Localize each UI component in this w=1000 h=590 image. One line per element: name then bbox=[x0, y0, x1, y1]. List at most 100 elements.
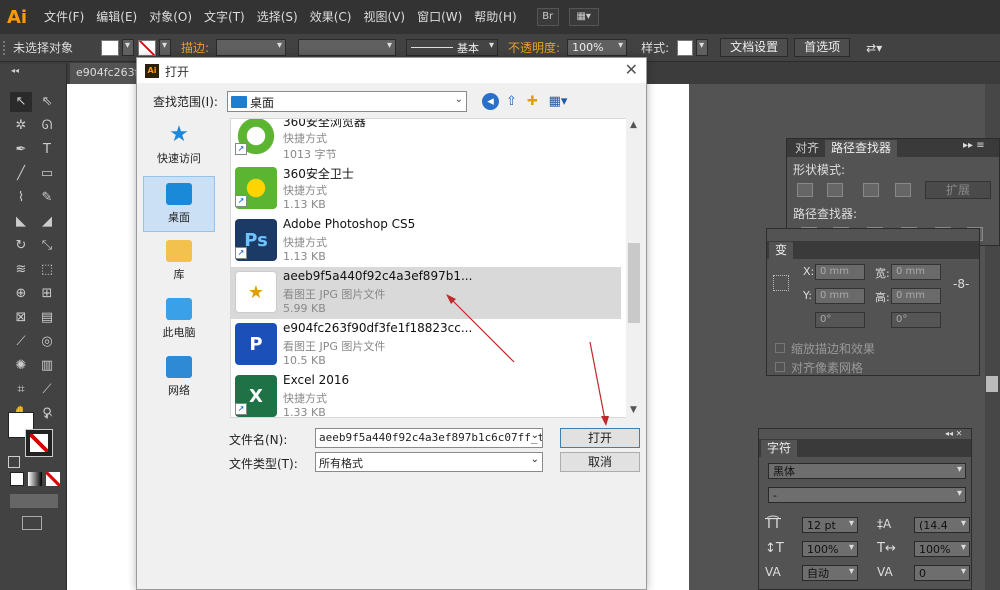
blend-tool-icon[interactable]: ◎ bbox=[36, 332, 58, 352]
file-item[interactable]: X ↗ Excel 2016 快捷方式 1.33 KB bbox=[231, 371, 621, 417]
place-item[interactable]: ★ 快速访问 bbox=[143, 118, 215, 174]
view-menu-icon[interactable]: ▦▾ bbox=[545, 93, 571, 110]
graphic-style-dropdown[interactable] bbox=[696, 39, 709, 56]
mesh-tool-icon[interactable]: ⊠ bbox=[10, 308, 32, 328]
document-setup-button[interactable]: 文档设置 bbox=[720, 38, 789, 57]
filename-field[interactable]: aeeb9f5a440f92c4a3ef897b1c6c07ff_t017 ⌄ bbox=[315, 428, 543, 448]
stroke-color-box[interactable] bbox=[25, 429, 53, 457]
cancel-button[interactable]: 取消 bbox=[560, 452, 640, 472]
minus-front-icon[interactable] bbox=[827, 183, 843, 197]
gradient-tool-icon[interactable]: ▤ bbox=[36, 308, 58, 328]
fill-swatch[interactable] bbox=[101, 39, 119, 56]
menu-item[interactable]: 视图(V) bbox=[357, 0, 411, 34]
menu-item[interactable]: 编辑(E) bbox=[90, 0, 143, 34]
paintbrush-tool-icon[interactable]: ⌇ bbox=[10, 188, 32, 208]
fill-dropdown[interactable] bbox=[122, 39, 134, 56]
close-icon[interactable]: ✕ bbox=[625, 60, 638, 79]
place-item[interactable]: 库 bbox=[143, 234, 215, 290]
bridge-button[interactable]: Br bbox=[536, 8, 559, 26]
lasso-tool-icon[interactable]: ᘏ bbox=[36, 116, 58, 136]
preferences-button[interactable]: 首选项 bbox=[794, 38, 851, 57]
brush-style-dropdown[interactable]: 基本 bbox=[406, 39, 499, 56]
scroll-up-icon[interactable]: ▲ bbox=[630, 120, 637, 130]
menu-item[interactable]: 选择(S) bbox=[251, 0, 304, 34]
scrollbar-thumb[interactable] bbox=[986, 376, 998, 392]
stroke-dropdown[interactable] bbox=[159, 39, 171, 56]
file-item[interactable]: ★ aeeb9f5a440f92c4a3ef897b1... 看图王 JPG 图片文… bbox=[231, 267, 621, 319]
warp-tool-icon[interactable]: ≋ bbox=[10, 260, 32, 280]
arrange-documents-icon[interactable]: ⇄▾ bbox=[862, 41, 886, 55]
direct-selection-tool-icon[interactable]: ⇖ bbox=[36, 92, 58, 112]
default-colors-icon[interactable] bbox=[8, 456, 20, 468]
swap-colors-icon[interactable]: ↶ bbox=[42, 408, 54, 428]
scale-tool-icon[interactable]: ⤡ bbox=[36, 236, 58, 256]
lookin-dropdown[interactable]: 桌面 ⌄ bbox=[227, 91, 467, 112]
collapse-toolbar-icon[interactable]: ◂◂ bbox=[4, 66, 26, 76]
file-item[interactable]: Ps ↗ Adobe Photoshop CS5 快捷方式 1.13 KB bbox=[231, 215, 621, 267]
workspace-layout-icon[interactable]: ▦▾ bbox=[568, 8, 599, 26]
tab-align[interactable]: 对齐 bbox=[789, 140, 825, 157]
constrain-proportions-icon[interactable]: -8- bbox=[953, 277, 969, 291]
free-transform-tool-icon[interactable]: ⬚ bbox=[36, 260, 58, 280]
align-pixel-checkbox[interactable] bbox=[775, 362, 785, 372]
file-item[interactable]: ↗ 360安全浏览器 快捷方式 1013 字节 bbox=[231, 119, 621, 163]
file-list-scroll-thumb[interactable] bbox=[628, 243, 640, 323]
x-field[interactable]: 0 mm bbox=[815, 264, 865, 280]
pencil-tool-icon[interactable]: ✎ bbox=[36, 188, 58, 208]
menu-item[interactable]: 效果(C) bbox=[304, 0, 358, 34]
opacity-label[interactable]: 不透明度: bbox=[504, 39, 564, 56]
y-field[interactable]: 0 mm bbox=[815, 288, 865, 304]
file-list[interactable]: ↗ 360安全浏览器 快捷方式 1013 字节 ↗ 360安全卫士 快捷方式 1.13 KB P… bbox=[230, 118, 642, 418]
pen-tool-icon[interactable]: ✒ bbox=[10, 140, 32, 160]
kerning-field[interactable]: 自动 bbox=[802, 565, 858, 581]
shear-field[interactable]: 0° bbox=[891, 312, 941, 328]
screen-mode-icon[interactable] bbox=[22, 516, 42, 530]
eyedropper-tool-icon[interactable]: ⟋ bbox=[10, 332, 32, 352]
stroke-swatch[interactable] bbox=[138, 39, 156, 56]
eraser-tool-icon[interactable]: ◢ bbox=[36, 212, 58, 232]
draw-modes-icon[interactable] bbox=[10, 494, 58, 508]
leading-field[interactable]: (14.4 bbox=[914, 517, 970, 533]
file-item[interactable]: ↗ 360安全卫士 快捷方式 1.13 KB bbox=[231, 163, 621, 215]
font-size-field[interactable]: 12 pt bbox=[802, 517, 858, 533]
font-style-dropdown[interactable]: - bbox=[768, 487, 966, 503]
column-graph-tool-icon[interactable]: ▥ bbox=[36, 356, 58, 376]
artboard-tool-icon[interactable]: ⌗ bbox=[10, 380, 32, 400]
filetype-dropdown[interactable]: 所有格式 ⌄ bbox=[315, 452, 543, 472]
exclude-icon[interactable] bbox=[895, 183, 911, 197]
horizontal-scale-field[interactable]: 100% bbox=[914, 541, 970, 557]
menu-item[interactable]: 文字(T) bbox=[198, 0, 251, 34]
magic-wand-tool-icon[interactable]: ✲ bbox=[10, 116, 32, 136]
type-tool-icon[interactable]: T bbox=[36, 140, 58, 160]
menu-item[interactable]: 对象(O) bbox=[143, 0, 198, 34]
vertical-scale-field[interactable]: 100% bbox=[802, 541, 858, 557]
rectangle-tool-icon[interactable]: ▭ bbox=[36, 164, 58, 184]
shape-builder-tool-icon[interactable]: ⊕ bbox=[10, 284, 32, 304]
height-field[interactable]: 0 mm bbox=[891, 288, 941, 304]
expand-button[interactable]: 扩展 bbox=[925, 181, 991, 199]
menu-item[interactable]: 文件(F) bbox=[38, 0, 90, 34]
scroll-down-icon[interactable]: ▼ bbox=[630, 405, 637, 415]
none-mode-icon[interactable] bbox=[46, 472, 60, 486]
symbol-sprayer-tool-icon[interactable]: ✺ bbox=[10, 356, 32, 376]
new-folder-icon[interactable]: ✚ bbox=[524, 93, 541, 110]
opacity-field[interactable]: 100% bbox=[567, 39, 628, 56]
menu-item[interactable]: 帮助(H) bbox=[468, 0, 522, 34]
line-tool-icon[interactable]: ╱ bbox=[10, 164, 32, 184]
font-family-dropdown[interactable]: 黑体 bbox=[768, 463, 966, 479]
selection-tool-icon[interactable]: ↖ bbox=[10, 92, 32, 112]
document-tab[interactable]: e904fc263f bbox=[70, 63, 140, 84]
tab-pathfinder[interactable]: 路径查找器 bbox=[825, 140, 898, 157]
panel-collapse-icon[interactable]: ◂◂ ✕ bbox=[945, 429, 962, 438]
tab-character[interactable]: 字符 bbox=[761, 440, 798, 457]
place-item[interactable]: 此电脑 bbox=[143, 292, 215, 348]
file-item[interactable]: Pe904fc263f90df3fe1f18823cc... 看图王 JPG 图片… bbox=[231, 319, 621, 371]
blob-brush-tool-icon[interactable]: ◣ bbox=[10, 212, 32, 232]
back-icon[interactable]: ◂ bbox=[482, 93, 499, 110]
graphic-style-swatch[interactable] bbox=[677, 39, 694, 56]
variable-width-dropdown[interactable] bbox=[298, 39, 397, 56]
tracking-field[interactable]: 0 bbox=[914, 565, 970, 581]
rotate-field[interactable]: 0° bbox=[815, 312, 865, 328]
gradient-mode-icon[interactable] bbox=[28, 472, 42, 486]
scale-strokes-checkbox[interactable] bbox=[775, 343, 785, 353]
